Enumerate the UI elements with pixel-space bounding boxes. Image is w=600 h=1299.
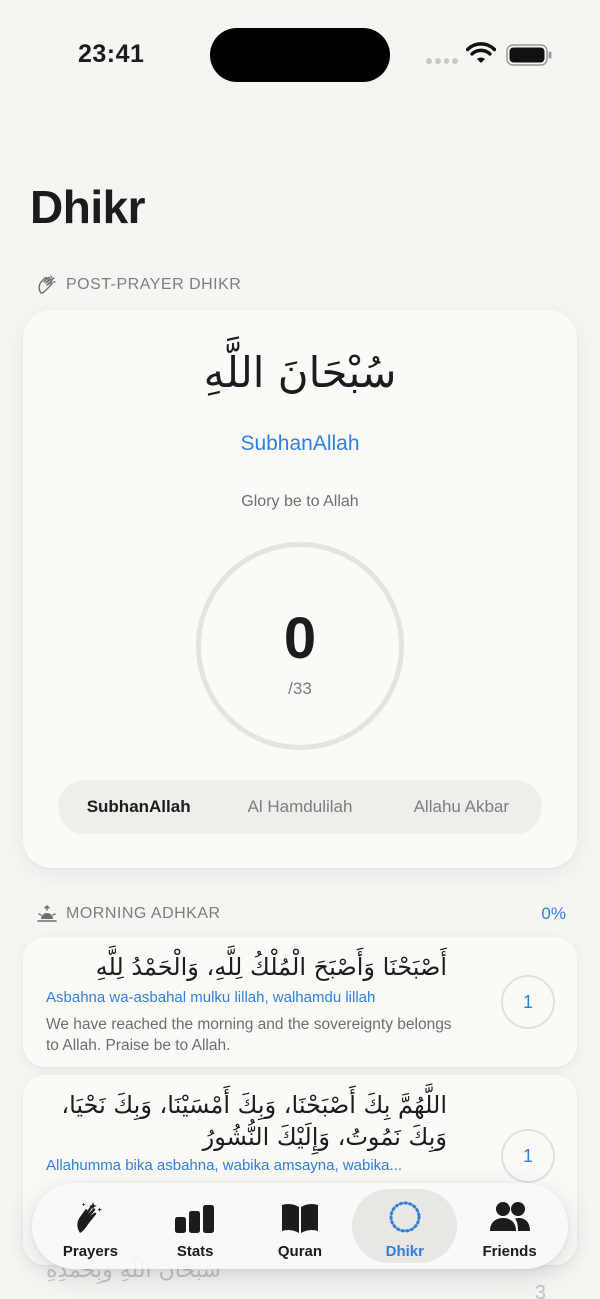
dhikr-translation: Glory be to Allah <box>241 493 359 510</box>
status-time: 23:41 <box>78 40 145 68</box>
dhikr-count-target: /33 <box>288 679 312 698</box>
adhkar-transliteration: Asbahna wa-asbahal mulku lillah, walhamd… <box>46 989 376 1006</box>
dhikr-counter-button[interactable]: 0 /33 <box>196 542 404 750</box>
tab-stats-label: Stats <box>176 1243 214 1260</box>
battery-icon <box>506 44 552 66</box>
dhikr-arabic-text: سُبْحَانَ اللَّهِ <box>203 348 397 397</box>
adhkar-count-button[interactable]: 1 <box>501 975 555 1029</box>
tab-prayers[interactable]: Prayers <box>38 1189 143 1263</box>
tab-bar: Prayers Stats Quran Dhikr Friends <box>32 1183 568 1269</box>
post-prayer-dhikr-card[interactable]: سُبْحَانَ اللَّهِ SubhanAllah Glory be t… <box>23 310 577 868</box>
sunrise-icon <box>37 905 57 922</box>
page-title: Dhikr <box>30 181 146 233</box>
tab-quran-label: Quran <box>277 1243 323 1260</box>
morning-section-label: MORNING ADHKAR <box>66 905 221 922</box>
adhkar-count-button[interactable]: 1 <box>501 1129 555 1183</box>
adhkar-translation: We have reached the morning and the sove… <box>46 1016 452 1054</box>
dynamic-island <box>210 28 390 82</box>
dhikr-transliteration: SubhanAllah <box>240 432 360 455</box>
adhkar-item[interactable]: أَصْبَحْنَا وَأَصْبَحَ الْمُلْكُ لِلَّهِ… <box>23 937 577 1067</box>
morning-progress-percent: 0% <box>541 904 566 923</box>
option-allahu-akbar[interactable]: Allahu Akbar <box>381 780 542 834</box>
tab-dhikr-label: Dhikr <box>385 1243 424 1260</box>
clapping-hands-icon <box>38 275 56 294</box>
adhkar-transliteration: Allahumma bika asbahna, wabika amsayna, … <box>46 1157 403 1174</box>
cellular-signal-icon <box>426 58 458 64</box>
tab-friends-label: Friends <box>482 1243 537 1260</box>
adhkar-arabic-text: اللَّهُمَّ بِكَ أَصْبَحْنَا، وَبِكَ أَمْ… <box>61 1091 447 1151</box>
people-icon <box>489 1202 530 1231</box>
option-alhamdulilah[interactable]: Al Hamdulilah <box>219 780 380 834</box>
post-prayer-section-header: POST-PRAYER DHIKR <box>36 273 566 297</box>
adhkar-arabic-text: أَصْبَحْنَا وَأَصْبَحَ الْمُلْكُ لِلَّهِ… <box>95 953 447 981</box>
status-bar: 23:41 <box>0 0 600 110</box>
bar-chart-icon <box>175 1205 215 1233</box>
dhikr-count-value: 0 <box>283 606 317 671</box>
dotted-circle-icon <box>389 1201 421 1233</box>
tab-friends[interactable]: Friends <box>457 1189 562 1263</box>
praying-hands-icon <box>77 1202 103 1233</box>
dhikr-type-selector[interactable]: SubhanAllah Al Hamdulilah Allahu Akbar <box>58 780 542 834</box>
option-subhanallah[interactable]: SubhanAllah <box>58 780 219 834</box>
tab-quran[interactable]: Quran <box>248 1189 353 1263</box>
tab-prayers-label: Prayers <box>62 1243 118 1260</box>
wifi-icon <box>466 42 496 63</box>
tab-stats[interactable]: Stats <box>143 1189 248 1263</box>
open-book-icon <box>281 1203 318 1233</box>
adhkar-count-button: 3 <box>534 1282 546 1299</box>
post-prayer-section-label: POST-PRAYER DHIKR <box>66 276 242 293</box>
tab-dhikr[interactable]: Dhikr <box>352 1189 458 1263</box>
morning-section-header: MORNING ADHKAR 0% <box>36 902 566 926</box>
